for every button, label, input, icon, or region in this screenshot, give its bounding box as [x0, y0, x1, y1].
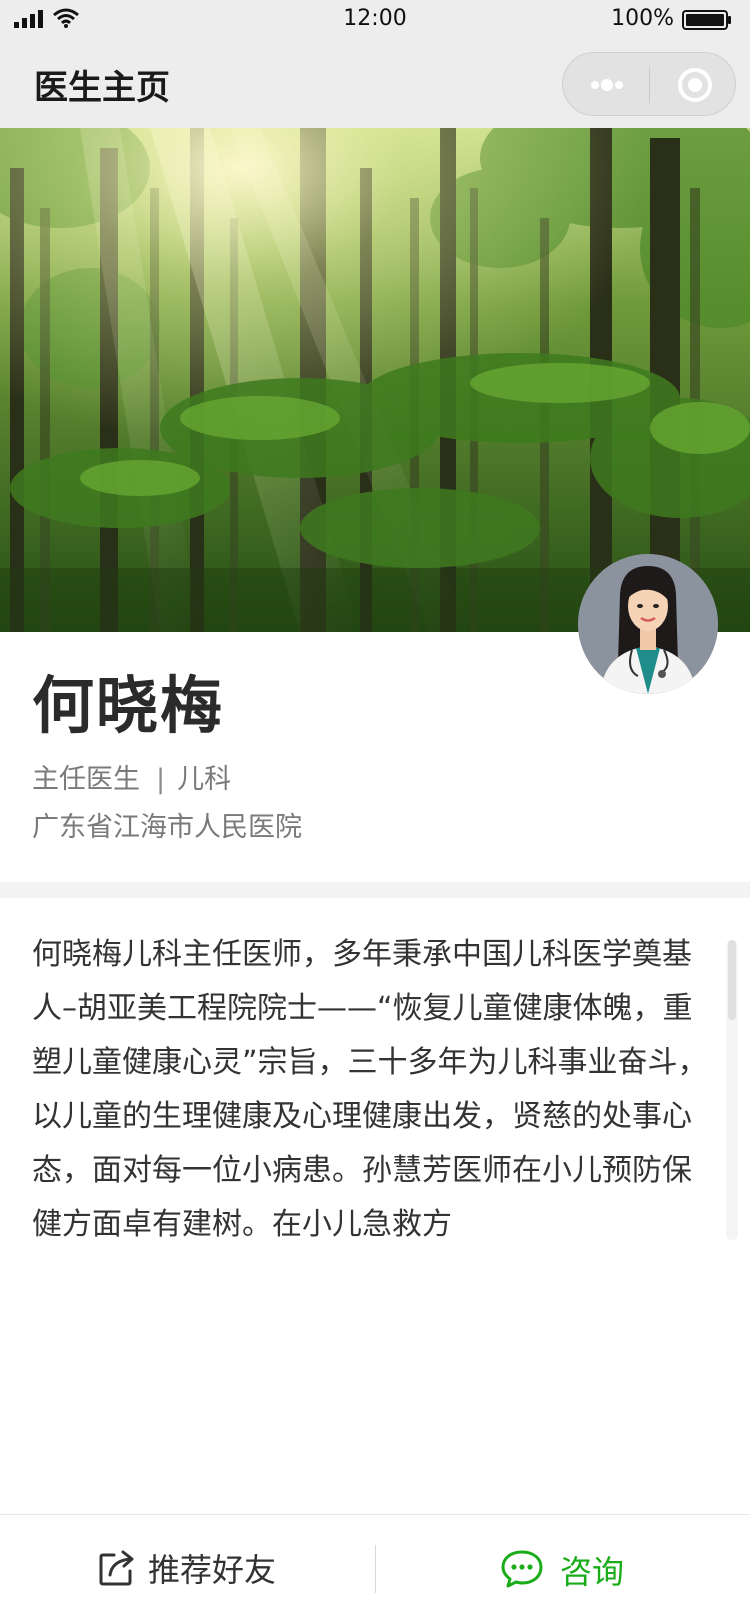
mini-program-capsule	[562, 52, 736, 116]
doctor-department: 儿科	[177, 764, 232, 795]
doctor-hospital: 广东省江海市人民医院	[32, 812, 302, 843]
doctor-intro-text: 何晓梅儿科主任医师，多年秉承中国儿科医学奠基人–胡亚美工程院院士——“恢复儿童健…	[32, 937, 708, 1238]
doctor-avatar	[578, 554, 718, 694]
battery-icon	[682, 10, 731, 30]
recommend-friend-label: 推荐好友	[148, 1551, 277, 1589]
section-divider	[0, 882, 750, 898]
doctor-intro-scroll[interactable]: 何晓梅儿科主任医师，多年秉承中国儿科医学奠基人–胡亚美工程院院士——“恢复儿童健…	[32, 928, 710, 1238]
more-icon[interactable]	[587, 71, 627, 99]
page-title: 医生主页	[34, 68, 170, 108]
doctor-title-line: 主任医生 | 儿科	[32, 757, 231, 796]
capsule-divider	[649, 67, 650, 103]
consult-button[interactable]: 咨询	[376, 1515, 750, 1624]
doctor-title: 主任医生	[32, 764, 140, 795]
close-icon[interactable]	[677, 67, 713, 103]
chat-icon	[501, 1550, 543, 1588]
intro-scrollbar-thumb[interactable]	[728, 940, 736, 1020]
doctor-name: 何晓梅	[32, 669, 225, 742]
title-separator: |	[156, 764, 166, 795]
doctor-home-page: 12:00 100% 医生主页 何晓梅 主任医生 | 儿科 广东省江海市人民医院…	[0, 0, 750, 1624]
status-bar: 12:00 100%	[0, 0, 750, 40]
consult-label: 咨询	[560, 1553, 625, 1591]
intro-scrollbar[interactable]	[726, 940, 738, 1240]
bottom-action-bar: 推荐好友 咨询	[0, 1514, 750, 1624]
share-icon	[99, 1550, 134, 1586]
nav-bar: 医生主页	[0, 40, 750, 128]
battery-percentage: 100%	[611, 6, 674, 31]
recommend-friend-button[interactable]: 推荐好友	[0, 1515, 375, 1624]
